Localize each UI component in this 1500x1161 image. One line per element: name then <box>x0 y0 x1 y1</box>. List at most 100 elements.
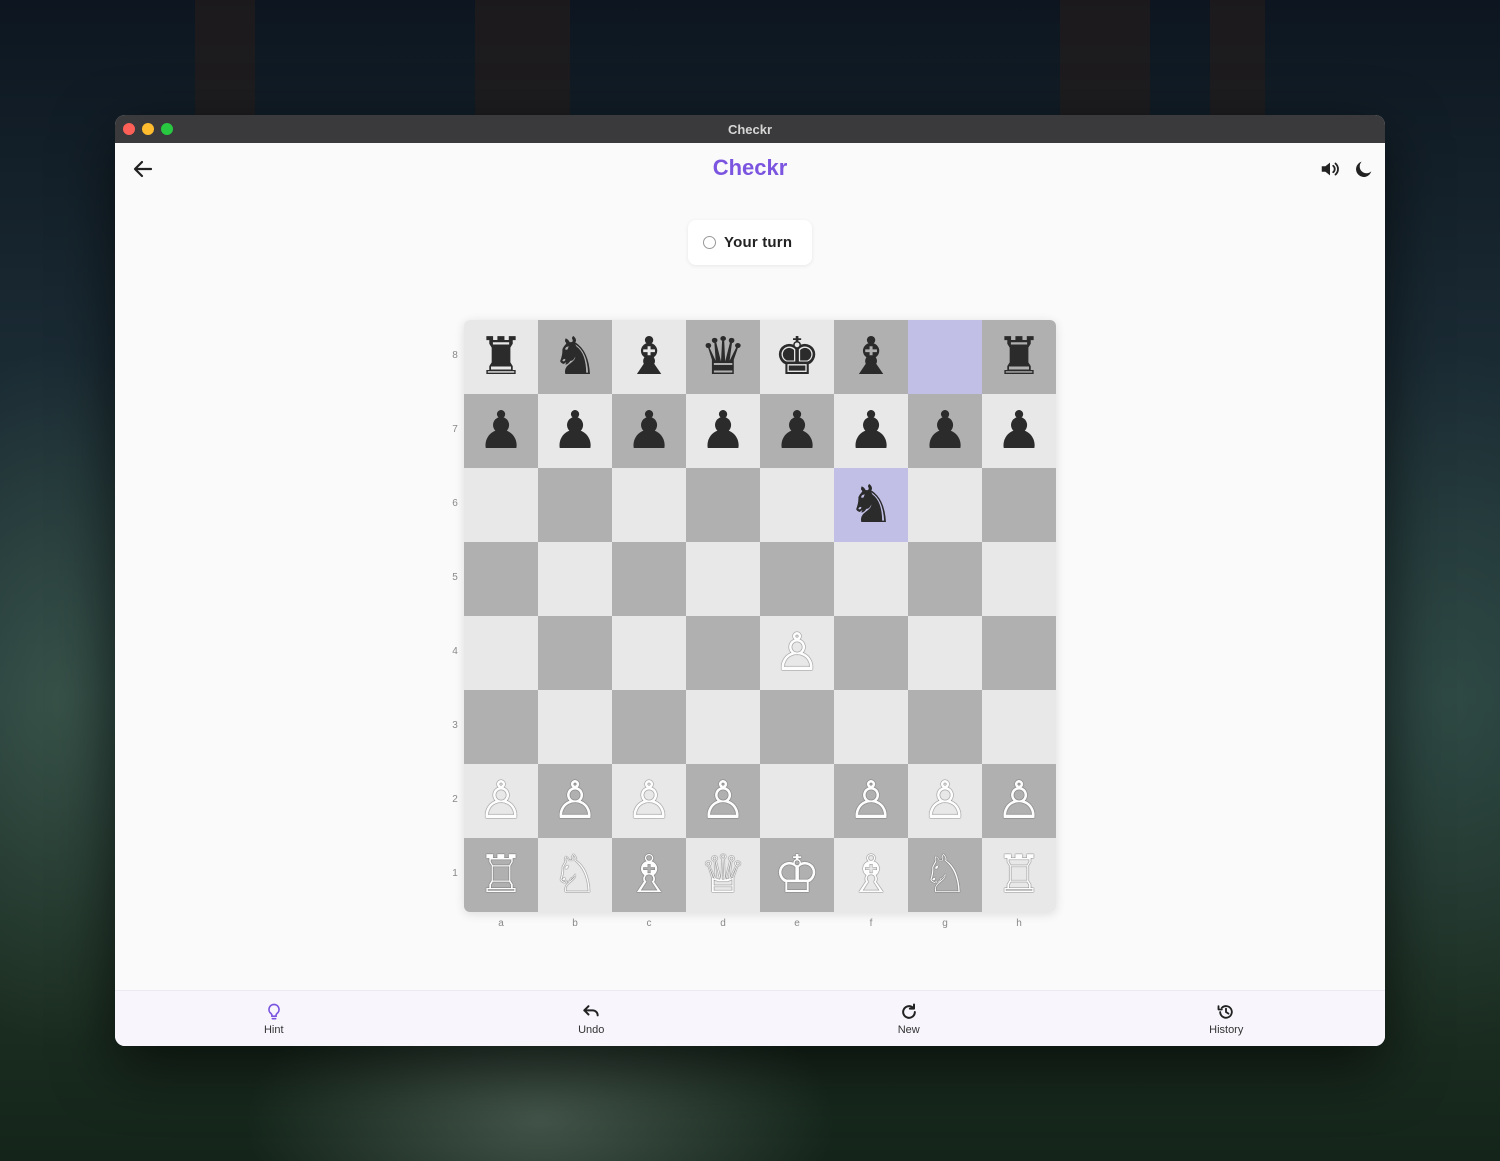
square-c8[interactable]: ♝ <box>612 320 686 394</box>
white-piece-b2[interactable]: ♙ <box>552 775 599 827</box>
white-piece-a2[interactable]: ♙ <box>478 775 525 827</box>
square-d3[interactable] <box>686 690 760 764</box>
square-g7[interactable]: ♟ <box>908 394 982 468</box>
square-b5[interactable] <box>538 542 612 616</box>
moon-icon[interactable] <box>1353 158 1375 180</box>
white-piece-f1[interactable]: ♗ <box>848 849 895 901</box>
square-g8[interactable] <box>908 320 982 394</box>
square-h5[interactable] <box>982 542 1056 616</box>
square-g5[interactable] <box>908 542 982 616</box>
black-piece-e8[interactable]: ♚ <box>774 331 821 383</box>
square-f4[interactable] <box>834 616 908 690</box>
square-h4[interactable] <box>982 616 1056 690</box>
speaker-icon[interactable] <box>1319 158 1341 180</box>
square-f8[interactable]: ♝ <box>834 320 908 394</box>
square-e4[interactable]: ♙ <box>760 616 834 690</box>
square-a3[interactable] <box>464 690 538 764</box>
square-c1[interactable]: ♗ <box>612 838 686 912</box>
white-piece-b1[interactable]: ♘ <box>552 849 599 901</box>
square-a8[interactable]: ♜ <box>464 320 538 394</box>
undo-button[interactable]: Undo <box>531 991 651 1046</box>
square-a1[interactable]: ♖ <box>464 838 538 912</box>
black-piece-h7[interactable]: ♟ <box>996 405 1043 457</box>
square-e8[interactable]: ♚ <box>760 320 834 394</box>
square-c3[interactable] <box>612 690 686 764</box>
new-game-button[interactable]: New <box>849 991 969 1046</box>
square-b7[interactable]: ♟ <box>538 394 612 468</box>
black-piece-a8[interactable]: ♜ <box>478 331 525 383</box>
square-b2[interactable]: ♙ <box>538 764 612 838</box>
white-piece-h1[interactable]: ♖ <box>996 849 1043 901</box>
square-a6[interactable] <box>464 468 538 542</box>
black-piece-g7[interactable]: ♟ <box>922 405 969 457</box>
square-d8[interactable]: ♛ <box>686 320 760 394</box>
black-piece-c8[interactable]: ♝ <box>626 331 673 383</box>
white-piece-h2[interactable]: ♙ <box>996 775 1043 827</box>
square-f2[interactable]: ♙ <box>834 764 908 838</box>
black-piece-d7[interactable]: ♟ <box>700 405 747 457</box>
square-h3[interactable] <box>982 690 1056 764</box>
square-e2[interactable] <box>760 764 834 838</box>
square-d1[interactable]: ♕ <box>686 838 760 912</box>
black-piece-f6[interactable]: ♞ <box>848 479 895 531</box>
square-e7[interactable]: ♟ <box>760 394 834 468</box>
black-piece-c7[interactable]: ♟ <box>626 405 673 457</box>
square-a7[interactable]: ♟ <box>464 394 538 468</box>
black-piece-a7[interactable]: ♟ <box>478 405 525 457</box>
square-d4[interactable] <box>686 616 760 690</box>
maximize-window-button[interactable] <box>161 123 173 135</box>
square-b6[interactable] <box>538 468 612 542</box>
black-piece-b8[interactable]: ♞ <box>552 331 599 383</box>
square-d6[interactable] <box>686 468 760 542</box>
black-piece-h8[interactable]: ♜ <box>996 331 1043 383</box>
white-piece-d1[interactable]: ♕ <box>700 849 747 901</box>
black-piece-e7[interactable]: ♟ <box>774 405 821 457</box>
square-e1[interactable]: ♔ <box>760 838 834 912</box>
square-g3[interactable] <box>908 690 982 764</box>
square-b8[interactable]: ♞ <box>538 320 612 394</box>
white-piece-e1[interactable]: ♔ <box>774 849 821 901</box>
square-h1[interactable]: ♖ <box>982 838 1056 912</box>
square-f6[interactable]: ♞ <box>834 468 908 542</box>
square-f1[interactable]: ♗ <box>834 838 908 912</box>
square-c4[interactable] <box>612 616 686 690</box>
square-d5[interactable] <box>686 542 760 616</box>
square-d7[interactable]: ♟ <box>686 394 760 468</box>
white-piece-g2[interactable]: ♙ <box>922 775 969 827</box>
square-b1[interactable]: ♘ <box>538 838 612 912</box>
square-h6[interactable] <box>982 468 1056 542</box>
square-f7[interactable]: ♟ <box>834 394 908 468</box>
black-piece-f7[interactable]: ♟ <box>848 405 895 457</box>
square-c5[interactable] <box>612 542 686 616</box>
white-piece-c2[interactable]: ♙ <box>626 775 673 827</box>
window-titlebar[interactable]: Checkr <box>115 115 1385 143</box>
square-g1[interactable]: ♘ <box>908 838 982 912</box>
black-piece-f8[interactable]: ♝ <box>848 331 895 383</box>
history-button[interactable]: History <box>1166 991 1286 1046</box>
square-a2[interactable]: ♙ <box>464 764 538 838</box>
square-g6[interactable] <box>908 468 982 542</box>
square-b3[interactable] <box>538 690 612 764</box>
square-a5[interactable] <box>464 542 538 616</box>
square-h7[interactable]: ♟ <box>982 394 1056 468</box>
square-g2[interactable]: ♙ <box>908 764 982 838</box>
square-g4[interactable] <box>908 616 982 690</box>
hint-button[interactable]: Hint <box>214 991 334 1046</box>
square-b4[interactable] <box>538 616 612 690</box>
minimize-window-button[interactable] <box>142 123 154 135</box>
square-a4[interactable] <box>464 616 538 690</box>
chess-board[interactable]: ♜ ♞ ♝ ♛ ♚ ♝ ♜ ♟ ♟ ♟ ♟ ♟ ♟ ♟ ♟ ♞ ♙ ♙ ♙ ♙ ♙ ♙ ♙ ♙ ♖ ♘ ♗ ♕ ♔ ♗ ♘ ♖ <box>464 320 1056 912</box>
square-d2[interactable]: ♙ <box>686 764 760 838</box>
square-c2[interactable]: ♙ <box>612 764 686 838</box>
square-c7[interactable]: ♟ <box>612 394 686 468</box>
close-window-button[interactable] <box>123 123 135 135</box>
white-piece-f2[interactable]: ♙ <box>848 775 895 827</box>
square-c6[interactable] <box>612 468 686 542</box>
white-piece-a1[interactable]: ♖ <box>478 849 525 901</box>
square-e3[interactable] <box>760 690 834 764</box>
white-piece-g1[interactable]: ♘ <box>922 849 969 901</box>
square-h2[interactable]: ♙ <box>982 764 1056 838</box>
white-piece-d2[interactable]: ♙ <box>700 775 747 827</box>
white-piece-c1[interactable]: ♗ <box>626 849 673 901</box>
square-f5[interactable] <box>834 542 908 616</box>
